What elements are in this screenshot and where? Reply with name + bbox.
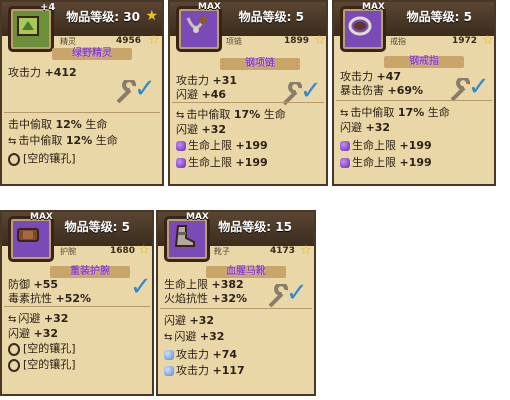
item-type: 护腕 xyxy=(60,247,76,256)
item-icon-bracer xyxy=(8,216,54,262)
item-type: 项链 xyxy=(226,37,242,46)
item-price: 4173 xyxy=(270,246,296,256)
gem-icon xyxy=(164,350,174,360)
item-level-title: 物品等级: 5 xyxy=(238,10,304,24)
gem-icon xyxy=(176,141,186,151)
item-level-title: 物品等级: 5 xyxy=(64,220,130,234)
divider xyxy=(4,306,150,307)
price-star-icon: ☆ xyxy=(300,243,312,258)
item-level-title: 物品等级: 5 xyxy=(406,10,472,24)
stat-sub: 闪避 +32 xyxy=(176,123,227,136)
reroll-swap-icon: ⇆ xyxy=(340,108,349,119)
item-level-title: 物品等级: 30 xyxy=(66,10,140,24)
enchant-badge: +4 xyxy=(40,2,56,13)
stat-sub[interactable]: ⇆ 闪避 +32 xyxy=(8,310,68,326)
item-type: 精灵 xyxy=(60,37,76,46)
item-name: 钢戒指 xyxy=(384,56,464,68)
item-card-3[interactable]: MAX 物品等级: 5 戒指 1972 ☆ 钢戒指 攻击力 +47 暴击伤害 +… xyxy=(332,0,496,186)
item-level-title: 物品等级: 15 xyxy=(218,220,292,234)
divider xyxy=(336,100,492,101)
item-icon-boots xyxy=(164,216,210,262)
item-icon-ring xyxy=(340,6,386,52)
item-price: 4956 xyxy=(116,36,142,46)
stat-sub[interactable]: ⇆ 击中偷取 12% 生命 xyxy=(8,132,118,148)
stat-main: 毒素抗性 +52% xyxy=(8,292,92,305)
stat-sub[interactable]: ⇆ 闪避 +32 xyxy=(164,328,224,344)
item-card-5[interactable]: MAX 物品等级: 15 靴子 4173 ☆ 血腥马靴 生命上限 +382 火焰… xyxy=(156,210,316,396)
stat-sub: 闪避 +32 xyxy=(340,121,391,134)
gem-stat[interactable]: 生命上限 +199 xyxy=(176,137,268,153)
stat-main: 闪避 +46 xyxy=(176,88,227,101)
empty-socket-icon xyxy=(8,152,20,166)
divider xyxy=(4,112,160,113)
gem-icon xyxy=(176,158,186,168)
reroll-swap-icon: ⇆ xyxy=(8,314,17,325)
gem-stat[interactable]: 攻击力 +74 xyxy=(164,346,237,362)
item-price: 1680 xyxy=(110,246,136,256)
equipped-check-icon: ✓ xyxy=(134,74,156,104)
max-badge: MAX xyxy=(186,212,209,222)
price-star-icon: ☆ xyxy=(482,33,494,48)
empty-socket-icon xyxy=(8,358,20,372)
gem-icon xyxy=(340,141,350,151)
gem-icon xyxy=(164,366,174,376)
stat-main: 暴击伤害 +69% xyxy=(340,84,424,97)
reroll-swap-icon: ⇆ xyxy=(8,136,17,147)
gem-stat[interactable]: 生命上限 +199 xyxy=(176,154,268,170)
item-name: 钢项链 xyxy=(220,58,300,70)
divider xyxy=(172,102,324,103)
stat-sub[interactable]: ⇆ 击中偷取 17% 生命 xyxy=(176,106,286,122)
gem-stat[interactable]: 攻击力 +117 xyxy=(164,362,245,378)
item-card-1[interactable]: +4 物品等级: 30 ★ 精灵 4956 ☆ 绿野精灵 攻击力 +412 ✓ … xyxy=(0,0,164,186)
empty-socket-icon xyxy=(8,342,20,356)
item-type: 靴子 xyxy=(214,247,230,256)
item-price: 1899 xyxy=(284,36,310,46)
divider xyxy=(160,308,312,309)
item-name: 绿野精灵 xyxy=(52,48,132,60)
equipped-check-icon: ✓ xyxy=(130,272,152,302)
star-icon: ★ xyxy=(145,8,158,24)
max-badge: MAX xyxy=(198,2,221,12)
item-card-2[interactable]: MAX 物品等级: 5 项链 1899 ☆ 钢项链 攻击力 +31 闪避 +46… xyxy=(168,0,328,186)
item-type: 戒指 xyxy=(390,37,406,46)
max-badge: MAX xyxy=(30,212,53,222)
gem-stat[interactable]: 生命上限 +199 xyxy=(340,137,432,153)
stat-main: 攻击力 +412 xyxy=(8,66,77,79)
item-price: 1972 xyxy=(452,36,478,46)
price-star-icon: ☆ xyxy=(314,33,326,48)
empty-socket[interactable]: [空的镶孔] xyxy=(8,356,76,372)
price-star-icon: ☆ xyxy=(138,243,150,258)
stat-sub: 闪避 +32 xyxy=(8,327,59,340)
equipped-check-icon: ✓ xyxy=(468,72,490,102)
stat-sub: 击中偷取 12% 生命 xyxy=(8,118,108,131)
empty-socket[interactable]: [空的镶孔] xyxy=(8,150,76,166)
gem-stat[interactable]: 生命上限 +199 xyxy=(340,154,432,170)
max-badge: MAX xyxy=(362,2,385,12)
equipped-check-icon: ✓ xyxy=(286,278,308,308)
reroll-swap-icon: ⇆ xyxy=(164,332,173,343)
stat-sub[interactable]: ⇆ 击中偷取 17% 生命 xyxy=(340,104,450,120)
item-name: 重装护腕 xyxy=(50,266,130,278)
gem-icon xyxy=(340,158,350,168)
reroll-swap-icon: ⇆ xyxy=(176,110,185,121)
item-icon-necklace xyxy=(176,6,222,52)
stat-main: 火焰抗性 +32% xyxy=(164,292,248,305)
price-star-icon: ☆ xyxy=(148,33,160,48)
item-card-4[interactable]: MAX 物品等级: 5 护腕 1680 ☆ 重装护腕 防御 +55 毒素抗性 +… xyxy=(0,210,154,396)
stat-sub: 闪避 +32 xyxy=(164,314,215,327)
empty-socket[interactable]: [空的镶孔] xyxy=(8,340,76,356)
